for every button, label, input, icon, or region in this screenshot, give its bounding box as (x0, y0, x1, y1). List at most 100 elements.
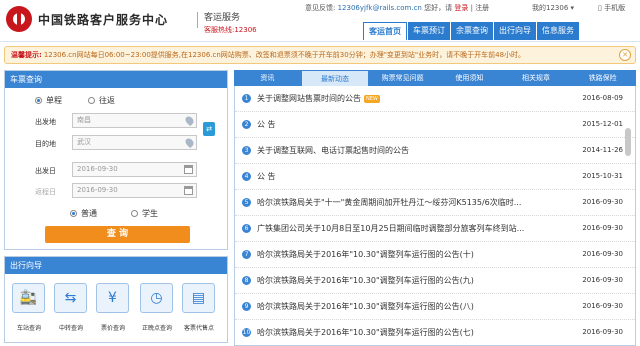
main-nav: 客运首页 车票预订 余票查询 出行向导 信息服务 (363, 22, 580, 40)
register-link[interactable]: 注册 (475, 4, 489, 12)
top-links: 意见反馈: 12306yjfk@rails.com.cn 您好，请 登录 | 注… (305, 3, 489, 13)
new-badge: NEW (364, 94, 380, 103)
item-date: 2016-09-30 (582, 328, 623, 336)
return-value: 2016-09-30 (77, 186, 118, 194)
news-list: 1 关于调整网站售票时间的公告 NEW 2016-08-09 2 公 告 2015… (234, 86, 636, 346)
item-date: 2014-11-26 (582, 146, 623, 154)
login-link[interactable]: 登录 (454, 4, 468, 12)
list-item[interactable]: 7 哈尔滨铁路局关于2016年"10.30"调整列车运行图的公告(十) 2016… (235, 242, 635, 268)
list-item[interactable]: 5 哈尔滨铁路局关于"十一"黄金周期间加开牡丹江～绥芬河K5135/6次临时..… (235, 190, 635, 216)
nav-home[interactable]: 客运首页 (363, 22, 407, 40)
feedback-email-link[interactable]: 12306yjfk@rails.com.cn (338, 4, 422, 12)
round-trip-radio[interactable] (88, 97, 95, 104)
depart-label: 出发日 (35, 167, 56, 175)
tab-faq[interactable]: 购票常见问题 (369, 70, 436, 86)
calendar-icon[interactable] (184, 165, 193, 174)
to-station-input[interactable]: 武汉 (72, 135, 197, 150)
item-title-link[interactable]: 哈尔滨铁路局关于2016年"10.30"调整列车运行图的公告(十) (257, 249, 557, 260)
list-item[interactable]: 6 广铁集团公司关于10月8日至10月25日期间临时调整部分旅客列车终到站...… (235, 216, 635, 242)
normal-label: 普通 (81, 209, 97, 218)
student-radio[interactable] (131, 210, 138, 217)
ticket-agency-icon[interactable]: ▤ (182, 283, 215, 313)
item-title-link[interactable]: 哈尔滨铁路局关于"十一"黄金周期间加开牡丹江～绥芬河K5135/6次临时... (257, 197, 557, 208)
list-item[interactable]: 8 哈尔滨铁路局关于2016年"10.30"调整列车运行图的公告(九) 2016… (235, 268, 635, 294)
item-number: 4 (242, 172, 251, 181)
list-item[interactable]: 1 关于调整网站售票时间的公告 NEW 2016-08-09 (235, 86, 635, 112)
student-ticket-option[interactable]: 学生 (131, 208, 158, 219)
swap-stations-icon[interactable]: ⇄ (203, 122, 215, 136)
return-label: 返程日 (35, 188, 56, 196)
round-trip-label: 往返 (99, 96, 115, 105)
transfer-query-icon[interactable]: ⇆ (54, 283, 87, 313)
hotline: 客服热线:12306 (204, 26, 257, 34)
item-number: 7 (242, 250, 251, 259)
depart-value: 2016-09-30 (77, 165, 118, 173)
fare-query-label[interactable]: 票价查询 (93, 323, 133, 332)
list-item[interactable]: 3 关于调整互联网、电话订票起售时间的公告 2014-11-26 (235, 138, 635, 164)
list-item[interactable]: 10 哈尔滨铁路局关于2016年"10.30"调整列车运行图的公告(七) 201… (235, 320, 635, 346)
station-query-icon[interactable]: 🚉 (12, 283, 45, 313)
item-title-link[interactable]: 公 告 (257, 119, 557, 130)
from-station-input[interactable]: 南昌 (72, 113, 197, 128)
item-title-link[interactable]: 哈尔滨铁路局关于2016年"10.30"调整列车运行图的公告(九) (257, 275, 557, 286)
item-number: 2 (242, 120, 251, 129)
one-way-option[interactable]: 单程 (35, 95, 62, 106)
tab-news[interactable]: 资讯 (234, 70, 301, 86)
tab-latest[interactable]: 最新动态 (300, 70, 370, 86)
from-value: 南昌 (77, 116, 91, 124)
nav-booking[interactable]: 车票预订 (408, 22, 450, 40)
my12306-menu[interactable]: 我的12306 ▾ (532, 3, 574, 13)
item-number: 8 (242, 276, 251, 285)
nav-travel-guide[interactable]: 出行向导 (494, 22, 536, 40)
normal-radio[interactable] (70, 210, 77, 217)
one-way-label: 单程 (46, 96, 62, 105)
item-title-link[interactable]: 关于调整互联网、电话订票起售时间的公告 (257, 145, 557, 156)
item-number: 6 (242, 224, 251, 233)
list-item[interactable]: 9 哈尔滨铁路局关于2016年"10.30"调整列车运行图的公告(八) 2016… (235, 294, 635, 320)
link-separator: | (470, 4, 473, 12)
scrollbar[interactable] (625, 128, 631, 156)
list-item[interactable]: 4 公 告 2015-10-31 (235, 164, 635, 190)
tab-instructions[interactable]: 使用须知 (436, 70, 503, 86)
return-date-input[interactable]: 2016-09-30 (72, 183, 197, 198)
item-date: 2016-09-30 (582, 276, 623, 284)
notice-label: 温馨提示: (11, 51, 42, 59)
close-icon[interactable]: ✕ (619, 49, 631, 61)
location-pin-icon (183, 114, 196, 127)
item-title-link[interactable]: 公 告 (257, 171, 557, 182)
delay-query-icon[interactable]: ◷ (140, 283, 173, 313)
station-query-label[interactable]: 车站查询 (9, 323, 49, 332)
delay-query-label[interactable]: 正晚点查询 (137, 323, 177, 332)
nav-info-service[interactable]: 信息服务 (537, 22, 579, 40)
item-title-link[interactable]: 哈尔滨铁路局关于2016年"10.30"调整列车运行图的公告(七) (257, 327, 557, 338)
to-label: 目的地 (35, 140, 56, 148)
item-title-link[interactable]: 广铁集团公司关于10月8日至10月25日期间临时调整部分旅客列车终到站... (257, 223, 557, 234)
ticket-query-title: 车票查询 (5, 71, 227, 88)
nav-ticket-query[interactable]: 余票查询 (451, 22, 493, 40)
tab-insurance[interactable]: 铁路保险 (569, 70, 636, 86)
item-title-link[interactable]: 哈尔滨铁路局关于2016年"10.30"调整列车运行图的公告(八) (257, 301, 557, 312)
greeting: 您好，请 (424, 4, 453, 12)
item-date: 2016-09-30 (582, 198, 623, 206)
round-trip-option[interactable]: 往返 (88, 95, 115, 106)
notice-bar: 温馨提示: 12306.cn网站每日06:00~23:00提供服务,在12306.… (4, 46, 636, 64)
item-title-link[interactable]: 关于调整网站售票时间的公告 NEW (257, 93, 557, 104)
list-item[interactable]: 2 公 告 2015-12-01 (235, 112, 635, 138)
ticket-agency-label[interactable]: 客票代售点 (179, 323, 219, 332)
transfer-query-label[interactable]: 中转查询 (51, 323, 91, 332)
normal-ticket-option[interactable]: 普通 (70, 208, 97, 219)
fare-query-icon[interactable]: ¥ (96, 283, 129, 313)
mobile-version-link[interactable]: ▯ 手机版 (598, 3, 625, 13)
item-title: 关于调整网站售票时间的公告 (257, 94, 361, 103)
item-number: 1 (242, 94, 251, 103)
location-pin-icon (183, 136, 196, 149)
from-label: 出发地 (35, 118, 56, 126)
one-way-radio[interactable] (35, 97, 42, 104)
depart-date-input[interactable]: 2016-09-30 (72, 162, 197, 177)
calendar-icon[interactable] (184, 186, 193, 195)
sub-title: 客运服务 (204, 13, 241, 23)
item-number: 3 (242, 146, 251, 155)
site-title: 中国铁路客户服务中心 (38, 13, 169, 27)
tab-regulations[interactable]: 相关规章 (503, 70, 570, 86)
query-button[interactable]: 查 询 (45, 226, 190, 243)
